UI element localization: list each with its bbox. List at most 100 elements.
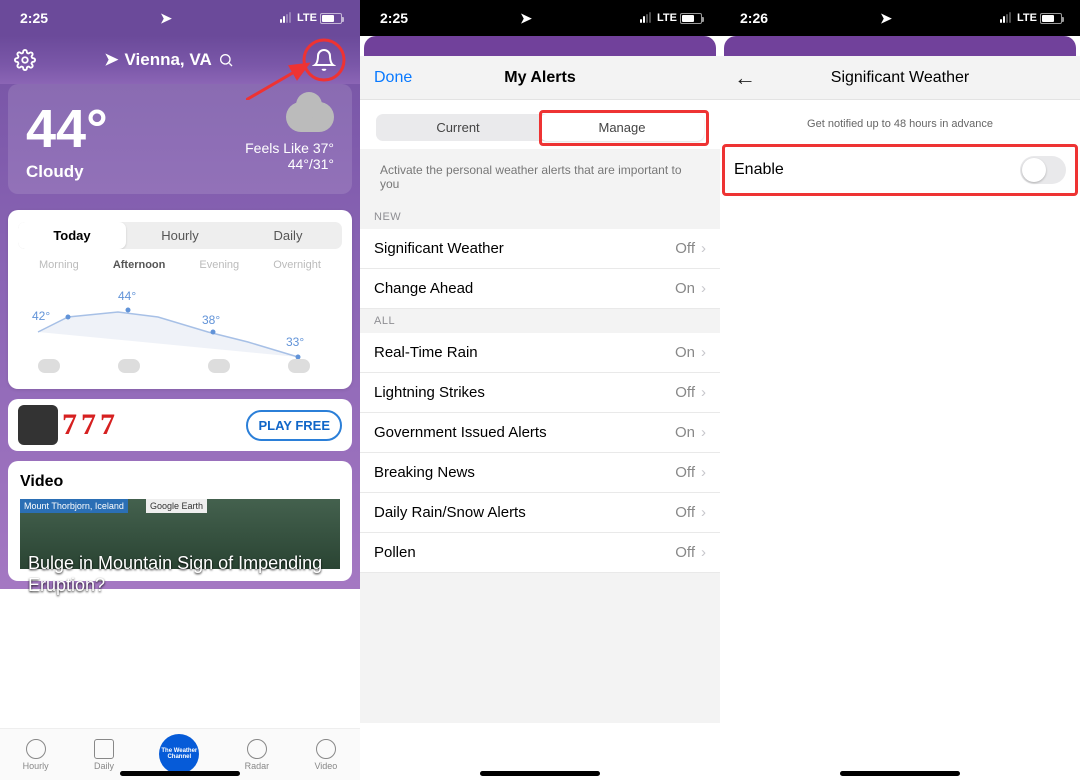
subtitle-text: Get notified up to 48 hours in advance [720, 100, 1080, 148]
calendar-icon [94, 739, 114, 759]
tab-radar[interactable]: Radar [245, 739, 270, 771]
forecast-card: Today Hourly Daily Morning Afternoon Eve… [8, 210, 352, 389]
chevron-right-icon: › [701, 280, 706, 297]
seg-manage[interactable]: Manage [540, 114, 704, 141]
daypart-afternoon[interactable]: Afternoon [113, 259, 166, 271]
clock-icon [26, 739, 46, 759]
network-label: LTE [1017, 12, 1037, 24]
home-indicator[interactable] [120, 771, 240, 776]
video-chip-source: Google Earth [146, 499, 207, 513]
home-indicator[interactable] [480, 771, 600, 776]
alert-row-significant-weather[interactable]: Significant WeatherOff› [360, 229, 720, 269]
tab-home[interactable]: The Weather Channel [159, 734, 199, 776]
modal-backdrop [724, 36, 1076, 56]
location-pin-icon: ➤ [104, 50, 118, 70]
status-time: 2:25 [20, 10, 48, 26]
forecast-segmented-control[interactable]: Today Hourly Daily [18, 222, 342, 249]
ad-logo-icon [18, 405, 58, 445]
slot-seven-icon: 7 [100, 408, 115, 442]
status-time: 2:25 [380, 10, 408, 26]
chart-value-0: 42° [32, 309, 50, 323]
detail-header: ← Significant Weather [720, 56, 1080, 100]
battery-icon [1040, 13, 1062, 24]
daypart-overnight[interactable]: Overnight [273, 259, 321, 271]
alert-row-government[interactable]: Government Issued AlertsOn› [360, 413, 720, 453]
chevron-right-icon: › [701, 504, 706, 521]
cloud-icon [208, 359, 230, 373]
ad-play-button[interactable]: PLAY FREE [246, 410, 342, 441]
ad-banner[interactable]: 7 7 7 PLAY FREE [8, 399, 352, 451]
alert-row-breaking-news[interactable]: Breaking NewsOff› [360, 453, 720, 493]
chevron-right-icon: › [701, 544, 706, 561]
status-time: 2:26 [740, 10, 768, 26]
page-title: Significant Weather [831, 69, 969, 87]
cloud-icon [118, 359, 140, 373]
enable-toggle[interactable] [1020, 156, 1066, 184]
alert-row-change-ahead[interactable]: Change AheadOn› [360, 269, 720, 309]
tab-hourly[interactable]: Hourly [23, 739, 49, 771]
modal-backdrop [364, 36, 716, 56]
battery-icon [680, 13, 702, 24]
search-icon[interactable] [218, 52, 234, 68]
play-icon [316, 739, 336, 759]
status-right: LTE [280, 12, 342, 24]
chevron-right-icon: › [701, 344, 706, 361]
daypart-morning[interactable]: Morning [39, 259, 79, 271]
chevron-right-icon: › [701, 464, 706, 481]
status-bar: 2:26➤ LTE [720, 0, 1080, 36]
chevron-right-icon: › [701, 424, 706, 441]
alert-row-daily-rain-snow[interactable]: Daily Rain/Snow AlertsOff› [360, 493, 720, 533]
slot-seven-icon: 7 [62, 408, 77, 442]
radar-icon [247, 739, 267, 759]
twc-logo-icon: The Weather Channel [159, 734, 199, 774]
network-label: LTE [657, 12, 677, 24]
tab-video[interactable]: Video [314, 739, 337, 771]
tab-daily[interactable]: Daily [94, 739, 114, 771]
slot-seven-icon: 7 [81, 408, 96, 442]
cloud-icon [288, 359, 310, 373]
enable-row: Enable [720, 148, 1080, 192]
chevron-right-icon: › [701, 240, 706, 257]
temp-chart: 42° 44° 38° 33° [18, 277, 342, 377]
seg-today[interactable]: Today [18, 222, 126, 249]
settings-icon[interactable] [14, 49, 36, 71]
section-header-all: ALL [360, 309, 720, 333]
modal-header: Done My Alerts [360, 56, 720, 100]
back-arrow-icon[interactable]: ← [734, 65, 756, 91]
chart-value-3: 33° [286, 335, 304, 349]
cloud-icon [286, 102, 334, 132]
alert-row-realtime-rain[interactable]: Real-Time RainOn› [360, 333, 720, 373]
video-card[interactable]: Video Mount Thorbjorn, Iceland Google Ea… [8, 461, 352, 581]
network-label: LTE [297, 12, 317, 24]
signal-icon [280, 13, 294, 23]
alert-row-pollen[interactable]: PollenOff› [360, 533, 720, 573]
home-indicator[interactable] [840, 771, 960, 776]
location-label[interactable]: ➤ Vienna, VA [104, 50, 233, 70]
current-temp: 44° [26, 102, 108, 156]
seg-hourly[interactable]: Hourly [126, 222, 234, 249]
chart-value-1: 44° [118, 289, 136, 303]
daypart-evening[interactable]: Evening [199, 259, 239, 271]
cloud-icon [38, 359, 60, 373]
seg-current[interactable]: Current [376, 114, 540, 141]
section-header-new: NEW [360, 205, 720, 229]
seg-daily[interactable]: Daily [234, 222, 342, 249]
alerts-segmented-control[interactable]: Current Manage [376, 114, 704, 141]
current-conditions-card[interactable]: 44° Cloudy Feels Like 37° 44°/31° [8, 84, 352, 194]
enable-label: Enable [734, 161, 784, 179]
video-header: Video [20, 473, 340, 491]
daypart-labels: Morning Afternoon Evening Overnight [18, 259, 342, 277]
location-arrow-icon: ➤ [160, 10, 172, 27]
location-arrow-icon: ➤ [520, 10, 532, 27]
chevron-right-icon: › [701, 384, 706, 401]
current-condition: Cloudy [26, 162, 108, 182]
phone-significant-weather: 2:26➤ LTE ← Significant Weather Get noti… [720, 0, 1080, 780]
done-button[interactable]: Done [374, 69, 412, 87]
video-chip-location: Mount Thorbjorn, Iceland [20, 499, 128, 513]
page-title: My Alerts [504, 69, 575, 87]
signal-icon [1000, 13, 1014, 23]
hint-text: Activate the personal weather alerts tha… [360, 149, 720, 205]
alert-row-lightning[interactable]: Lightning StrikesOff› [360, 373, 720, 413]
battery-icon [320, 13, 342, 24]
signal-icon [640, 13, 654, 23]
